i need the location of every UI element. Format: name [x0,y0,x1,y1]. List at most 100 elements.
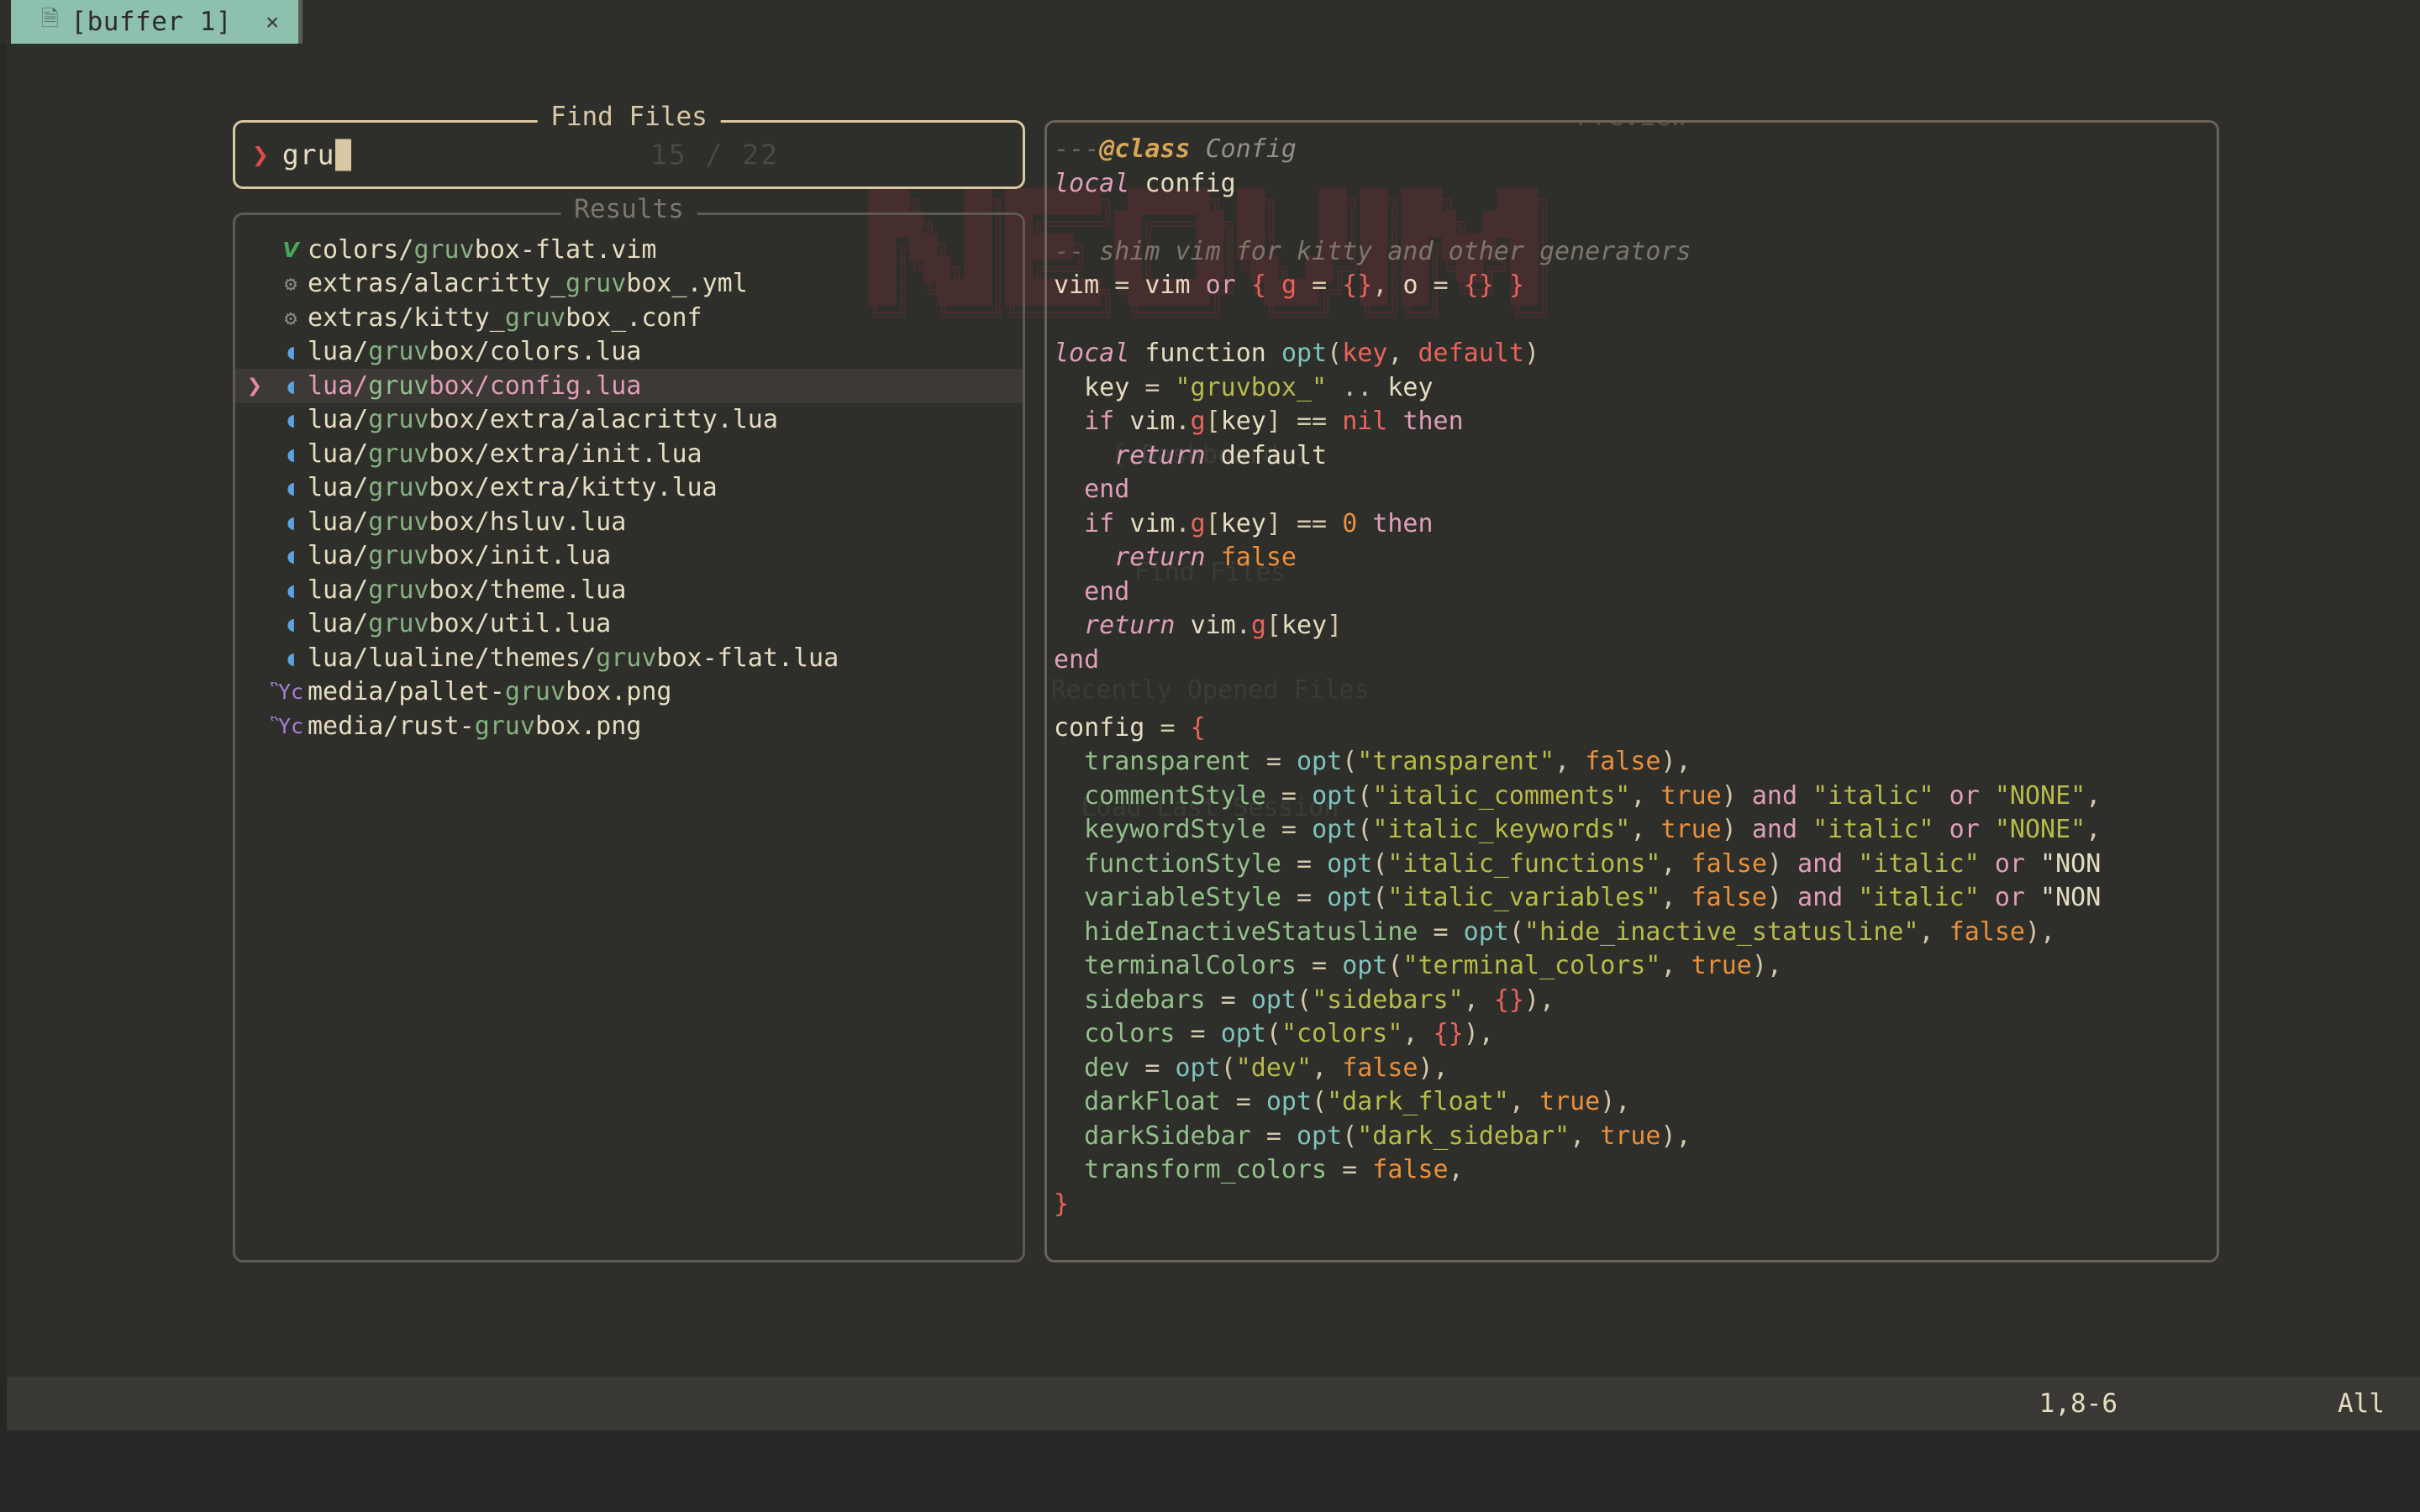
lua-file-icon: ◖ [274,339,308,364]
code-line: darkSidebar = opt("dark_sidebar", true), [1054,1120,2219,1154]
result-row[interactable]: Vcolors/gruvbox-flat.vim [235,233,1023,267]
result-filename: lua/gruvbox/hsluv.lua [308,507,626,537]
left-gutter [0,0,7,1512]
code-line: darkFloat = opt("dark_float", true), [1054,1085,2219,1120]
code-line: } [1054,1188,2219,1222]
tab-edge [298,0,302,44]
code-line: ---@class Config [1054,133,2219,167]
result-filename: colors/gruvbox-flat.vim [308,235,656,265]
close-icon[interactable]: × [266,9,280,35]
result-filename: lua/gruvbox/colors.lua [308,337,641,366]
code-line: local config [1054,167,2219,202]
result-row[interactable]: ◖lua/gruvbox/util.lua [235,607,1023,642]
prompt-title: Find Files [537,102,721,132]
result-filename: media/rust-gruvbox.png [308,711,641,741]
code-line [1054,677,2219,711]
code-line: transform_colors = false, [1054,1153,2219,1188]
result-row[interactable]: ❯◖lua/gruvbox/config.lua [235,369,1023,403]
lua-file-icon: ◖ [274,543,308,568]
code-line [1054,303,2219,338]
telescope-results-window: Results Vcolors/gruvbox-flat.vim⚙extras/… [233,213,1025,1263]
result-filename: lua/gruvbox/extra/kitty.lua [308,473,718,502]
search-query: gru [282,139,335,171]
lua-file-icon: ◖ [274,475,308,500]
lua-file-icon: ◖ [274,407,308,432]
result-filename: lua/gruvbox/config.lua [308,371,641,401]
search-input[interactable]: ❯ gru [252,139,351,171]
result-filename: extras/alacritty_gruvbox_.yml [308,269,748,298]
code-line: end [1054,473,2219,507]
code-line: return false [1054,541,2219,575]
command-line[interactable] [0,1431,2420,1512]
result-filename: extras/kitty_gruvbox_.conf [308,303,702,333]
result-counter: 15 / 22 [650,139,779,171]
result-row[interactable]: ◖lua/gruvbox/init.lua [235,539,1023,574]
code-line: dev = opt("dev", false), [1054,1052,2219,1086]
result-row[interactable]: ◖lua/gruvbox/theme.lua [235,573,1023,607]
scroll-ruler: All [2338,1389,2385,1419]
code-line: end [1054,643,2219,678]
selection-arrow-icon: ❯ [247,371,274,401]
code-line: commentStyle = opt("italic_comments", tr… [1054,780,2219,814]
code-line: hideInactiveStatusline = opt("hide_inact… [1054,916,2219,950]
lua-file-icon: ◖ [274,510,308,534]
code-line: config = { [1054,711,2219,746]
result-row[interactable]: ⚙extras/kitty_gruvbox_.conf [235,301,1023,335]
code-line: keywordStyle = opt("italic_keywords", tr… [1054,813,2219,848]
result-row[interactable]: ◖lua/gruvbox/extra/alacritty.lua [235,403,1023,438]
result-filename: lua/lualine/themes/gruvbox-flat.lua [308,643,839,673]
result-row[interactable]: ◖lua/gruvbox/extra/kitty.lua [235,471,1023,506]
code-line [1054,201,2219,235]
code-line: sidebars = opt("sidebars", {}), [1054,984,2219,1018]
code-line: local function opt(key, default) [1054,337,2219,371]
result-filename: media/pallet-gruvbox.png [308,677,672,706]
result-filename: lua/gruvbox/extra/alacritty.lua [308,405,778,434]
image-file-icon: Ὓc [274,680,308,704]
code-line: if vim.g[key] == nil then [1054,405,2219,439]
cursor-position: 1,8-6 [2039,1389,2118,1419]
lua-file-icon: ◖ [274,612,308,636]
result-row[interactable]: ◖lua/lualine/themes/gruvbox-flat.lua [235,641,1023,675]
config-file-icon: ⚙ [274,306,308,330]
prompt-arrow-icon: ❯ [252,139,269,171]
tabline: 🗎 [buffer 1] × [0,0,2420,44]
code-line: key = "gruvbox_" .. key [1054,371,2219,406]
code-line: functionStyle = opt("italic_functions", … [1054,848,2219,882]
lua-file-icon: ◖ [274,578,308,602]
code-line: return default [1054,439,2219,474]
document-icon: 🗎 [41,3,59,40]
code-line: colors = opt("colors", {}), [1054,1017,2219,1052]
results-title: Results [560,194,697,224]
code-line: -- shim vim for kitty and other generato… [1054,235,2219,270]
neovim-window: 🗎 [buffer 1] × ███╗ ██╗███████╗ ██████╗ … [0,0,2420,1512]
result-row[interactable]: ⚙extras/alacritty_gruvbox_.yml [235,267,1023,302]
tab-buffer-1[interactable]: 🗎 [buffer 1] × [11,0,298,44]
result-filename: lua/gruvbox/util.lua [308,609,611,638]
result-filename: lua/gruvbox/theme.lua [308,575,626,605]
statusline: 1,8-6 All [7,1377,2420,1431]
result-row[interactable]: ◖lua/gruvbox/extra/init.lua [235,437,1023,471]
code-line: return vim.g[key] [1054,609,2219,643]
text-cursor [335,139,351,171]
result-row[interactable]: ◖lua/gruvbox/colors.lua [235,335,1023,370]
code-line: terminalColors = opt("terminal_colors", … [1054,949,2219,984]
lua-file-icon: ◖ [274,646,308,670]
config-file-icon: ⚙ [274,271,308,296]
code-line: transparent = opt("transparent", false), [1054,745,2219,780]
code-line: end [1054,575,2219,610]
result-filename: lua/gruvbox/init.lua [308,541,611,570]
lua-file-icon: ◖ [274,442,308,466]
preview-code: ---@class Configlocal config -- shim vim… [1054,133,2219,1221]
result-filename: lua/gruvbox/extra/init.lua [308,439,702,469]
result-row[interactable]: ◖lua/gruvbox/hsluv.lua [235,505,1023,539]
preview-title: Preview [1564,120,1701,132]
code-line: if vim.g[key] == 0 then [1054,507,2219,542]
tab-label: [buffer 1] [71,7,232,37]
vim-file-icon: V [274,238,308,262]
result-row[interactable]: Ὓcmedia/rust-gruvbox.png [235,709,1023,743]
telescope-preview-window: Preview ---@class Configlocal config -- … [1044,120,2219,1263]
results-list[interactable]: Vcolors/gruvbox-flat.vim⚙extras/alacritt… [235,233,1023,743]
result-row[interactable]: Ὓcmedia/pallet-gruvbox.png [235,675,1023,710]
code-line: vim = vim or { g = {}, o = {} } [1054,269,2219,303]
image-file-icon: Ὓc [274,714,308,738]
